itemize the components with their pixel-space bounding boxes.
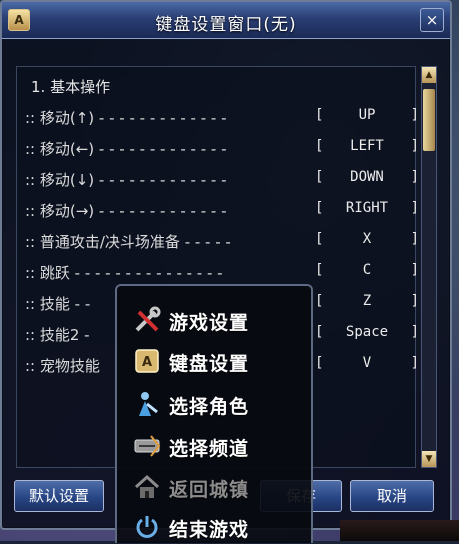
- bracket-left: [: [315, 262, 324, 278]
- menu-item-return-town[interactable]: 返回城镇: [127, 470, 303, 504]
- binding-label: :: 技能 - -: [25, 295, 91, 313]
- scrollbar[interactable]: ▲ ▼: [421, 66, 437, 468]
- bracket-left: [: [315, 324, 324, 340]
- scroll-up-button[interactable]: ▲: [422, 67, 436, 83]
- binding-key-value: DOWN: [350, 169, 384, 185]
- bracket-right: ]: [410, 231, 419, 247]
- window-title: 键盘设置窗口(无): [155, 15, 297, 35]
- menu-item-keyboard-settings[interactable]: A 键盘设置: [127, 344, 303, 378]
- binding-row[interactable]: :: 移动(→) - - - - - - - - - - - - - [ RIG…: [25, 200, 421, 222]
- tools-icon: [135, 306, 161, 332]
- section-heading: 1. 基本操作: [31, 78, 111, 96]
- menu-item-label: 选择角色: [169, 396, 250, 418]
- binding-label: :: 移动(→) - - - - - - - - - - - - -: [25, 202, 227, 220]
- binding-key-value: LEFT: [350, 138, 384, 154]
- binding-label: :: 宠物技能: [25, 357, 100, 375]
- bracket-left: [: [315, 107, 324, 123]
- keyboard-icon: A: [135, 349, 159, 373]
- menu-item-label: 选择频道: [169, 438, 250, 460]
- cancel-button[interactable]: 取消: [350, 480, 434, 512]
- bracket-right: ]: [410, 262, 419, 278]
- system-menu: 游戏设置 A 键盘设置 选择角色 选择频道 返回城镇 结束游戏: [115, 284, 313, 543]
- svg-text:A: A: [142, 355, 152, 370]
- power-icon: [136, 516, 158, 538]
- binding-label: :: 移动(↓) - - - - - - - - - - - - -: [25, 171, 227, 189]
- character-icon: [139, 392, 158, 416]
- binding-key-value: X: [362, 231, 372, 247]
- title-bar[interactable]: A 键盘设置窗口(无) ×: [2, 2, 450, 39]
- binding-key-value: RIGHT: [345, 200, 389, 216]
- bracket-right: ]: [410, 355, 419, 371]
- binding-label: :: 跳跃 - - - - - - - - - - - - - - -: [25, 264, 223, 282]
- binding-label: :: 移动(↑) - - - - - - - - - - - - -: [25, 109, 227, 127]
- bracket-right: ]: [410, 293, 419, 309]
- bracket-right: ]: [410, 324, 419, 340]
- binding-row[interactable]: :: 移动(↑) - - - - - - - - - - - - - [ UP …: [25, 107, 421, 129]
- binding-key-value: UP: [358, 107, 376, 123]
- binding-key-value: Z: [362, 293, 372, 309]
- default-settings-button[interactable]: 默认设置: [14, 480, 104, 512]
- bracket-right: ]: [410, 200, 419, 216]
- bracket-left: [: [315, 293, 324, 309]
- binding-key-value: C: [362, 262, 372, 278]
- binding-key-value: V: [362, 355, 372, 371]
- menu-item-select-channel[interactable]: 选择频道: [127, 429, 303, 463]
- menu-item-label: 结束游戏: [169, 519, 250, 541]
- binding-key-value: Space: [345, 324, 389, 340]
- binding-label: :: 普通攻击/决斗场准备 - - - - -: [25, 233, 231, 251]
- menu-item-select-character[interactable]: 选择角色: [127, 387, 303, 421]
- bracket-left: [: [315, 138, 324, 154]
- skill-hotbar: [340, 520, 459, 541]
- menu-item-label: 键盘设置: [169, 353, 250, 375]
- binding-row[interactable]: :: 跳跃 - - - - - - - - - - - - - - - [ C …: [25, 262, 421, 284]
- bracket-left: [: [315, 200, 324, 216]
- menu-item-game-settings[interactable]: 游戏设置: [127, 303, 303, 337]
- menu-item-label: 返回城镇: [169, 479, 250, 501]
- scroll-thumb[interactable]: [423, 89, 435, 151]
- binding-label: :: 技能2 -: [25, 326, 90, 344]
- bracket-left: [: [315, 355, 324, 371]
- scroll-down-button[interactable]: ▼: [422, 451, 436, 467]
- binding-label: :: 移动(←) - - - - - - - - - - - - -: [25, 140, 227, 158]
- close-button[interactable]: ×: [420, 8, 444, 32]
- binding-row[interactable]: :: 移动(↓) - - - - - - - - - - - - - [ DOW…: [25, 169, 421, 191]
- channel-icon: [134, 435, 161, 457]
- home-icon: [134, 474, 160, 498]
- menu-item-exit-game[interactable]: 结束游戏: [127, 510, 303, 544]
- bracket-right: ]: [410, 107, 419, 123]
- bracket-left: [: [315, 169, 324, 185]
- binding-row[interactable]: :: 普通攻击/决斗场准备 - - - - - [ X ]: [25, 231, 421, 253]
- bracket-left: [: [315, 231, 324, 247]
- bracket-right: ]: [410, 169, 419, 185]
- bracket-right: ]: [410, 138, 419, 154]
- binding-row[interactable]: :: 移动(←) - - - - - - - - - - - - - [ LEF…: [25, 138, 421, 160]
- menu-item-label: 游戏设置: [169, 312, 250, 334]
